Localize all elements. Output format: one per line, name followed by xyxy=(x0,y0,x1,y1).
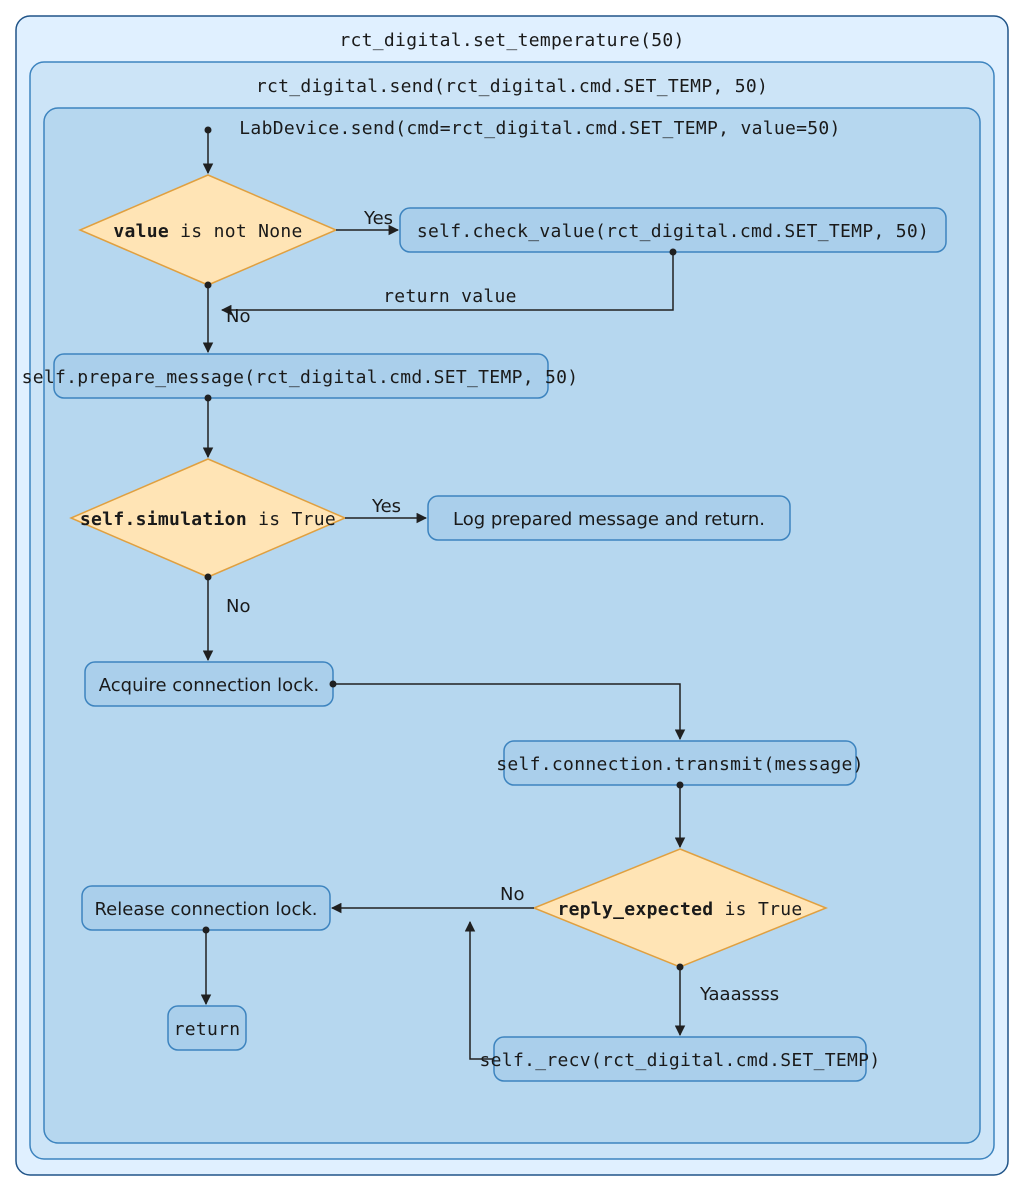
proc-prepare-message-text: self.prepare_message(rct_digital.cmd.SET… xyxy=(22,367,579,388)
frame-outer-title: rct_digital.set_temperature(50) xyxy=(339,30,684,51)
dec2-yes-label: Yes xyxy=(371,496,401,517)
dec1-yes-label: Yes xyxy=(363,208,393,229)
dec2-no-label: No xyxy=(226,596,250,617)
svg-text:self.simulation is True: self.simulation is True xyxy=(80,509,336,530)
dec1-rest: is not None xyxy=(169,221,303,242)
frame-inner-title: LabDevice.send(cmd=rct_digital.cmd.SET_T… xyxy=(239,118,840,139)
proc-transmit-text: self.connection.transmit(message) xyxy=(496,754,864,775)
proc-recv-text: self._recv(rct_digital.cmd.SET_TEMP) xyxy=(480,1050,881,1071)
dec1-return-label: return value xyxy=(383,286,517,307)
proc-release-lock-text: Release connection lock. xyxy=(94,899,317,920)
proc-acquire-lock-text: Acquire connection lock. xyxy=(99,675,319,696)
dec2-bold: self.simulation xyxy=(80,509,247,530)
svg-text:value is not None: value is not None xyxy=(113,221,302,242)
dec1-no-label: No xyxy=(226,306,250,327)
dec3-rest: is True xyxy=(713,899,802,920)
svg-text:reply_expected is True: reply_expected is True xyxy=(557,899,802,920)
flowchart: rct_digital.set_temperature(50) rct_digi… xyxy=(0,0,1024,1191)
dec2-rest: is True xyxy=(247,509,336,530)
dec3-no-label: No xyxy=(500,884,524,905)
proc-check-value-text: self.check_value(rct_digital.cmd.SET_TEM… xyxy=(417,221,929,242)
dec1-bold: value xyxy=(113,221,169,242)
proc-log-return-text: Log prepared message and return. xyxy=(453,509,765,530)
dec3-bold: reply_expected xyxy=(557,899,713,920)
dec3-yaas-label: Yaaassss xyxy=(699,984,779,1005)
proc-return-text: return xyxy=(174,1019,241,1040)
frame-middle-title: rct_digital.send(rct_digital.cmd.SET_TEM… xyxy=(256,76,768,97)
